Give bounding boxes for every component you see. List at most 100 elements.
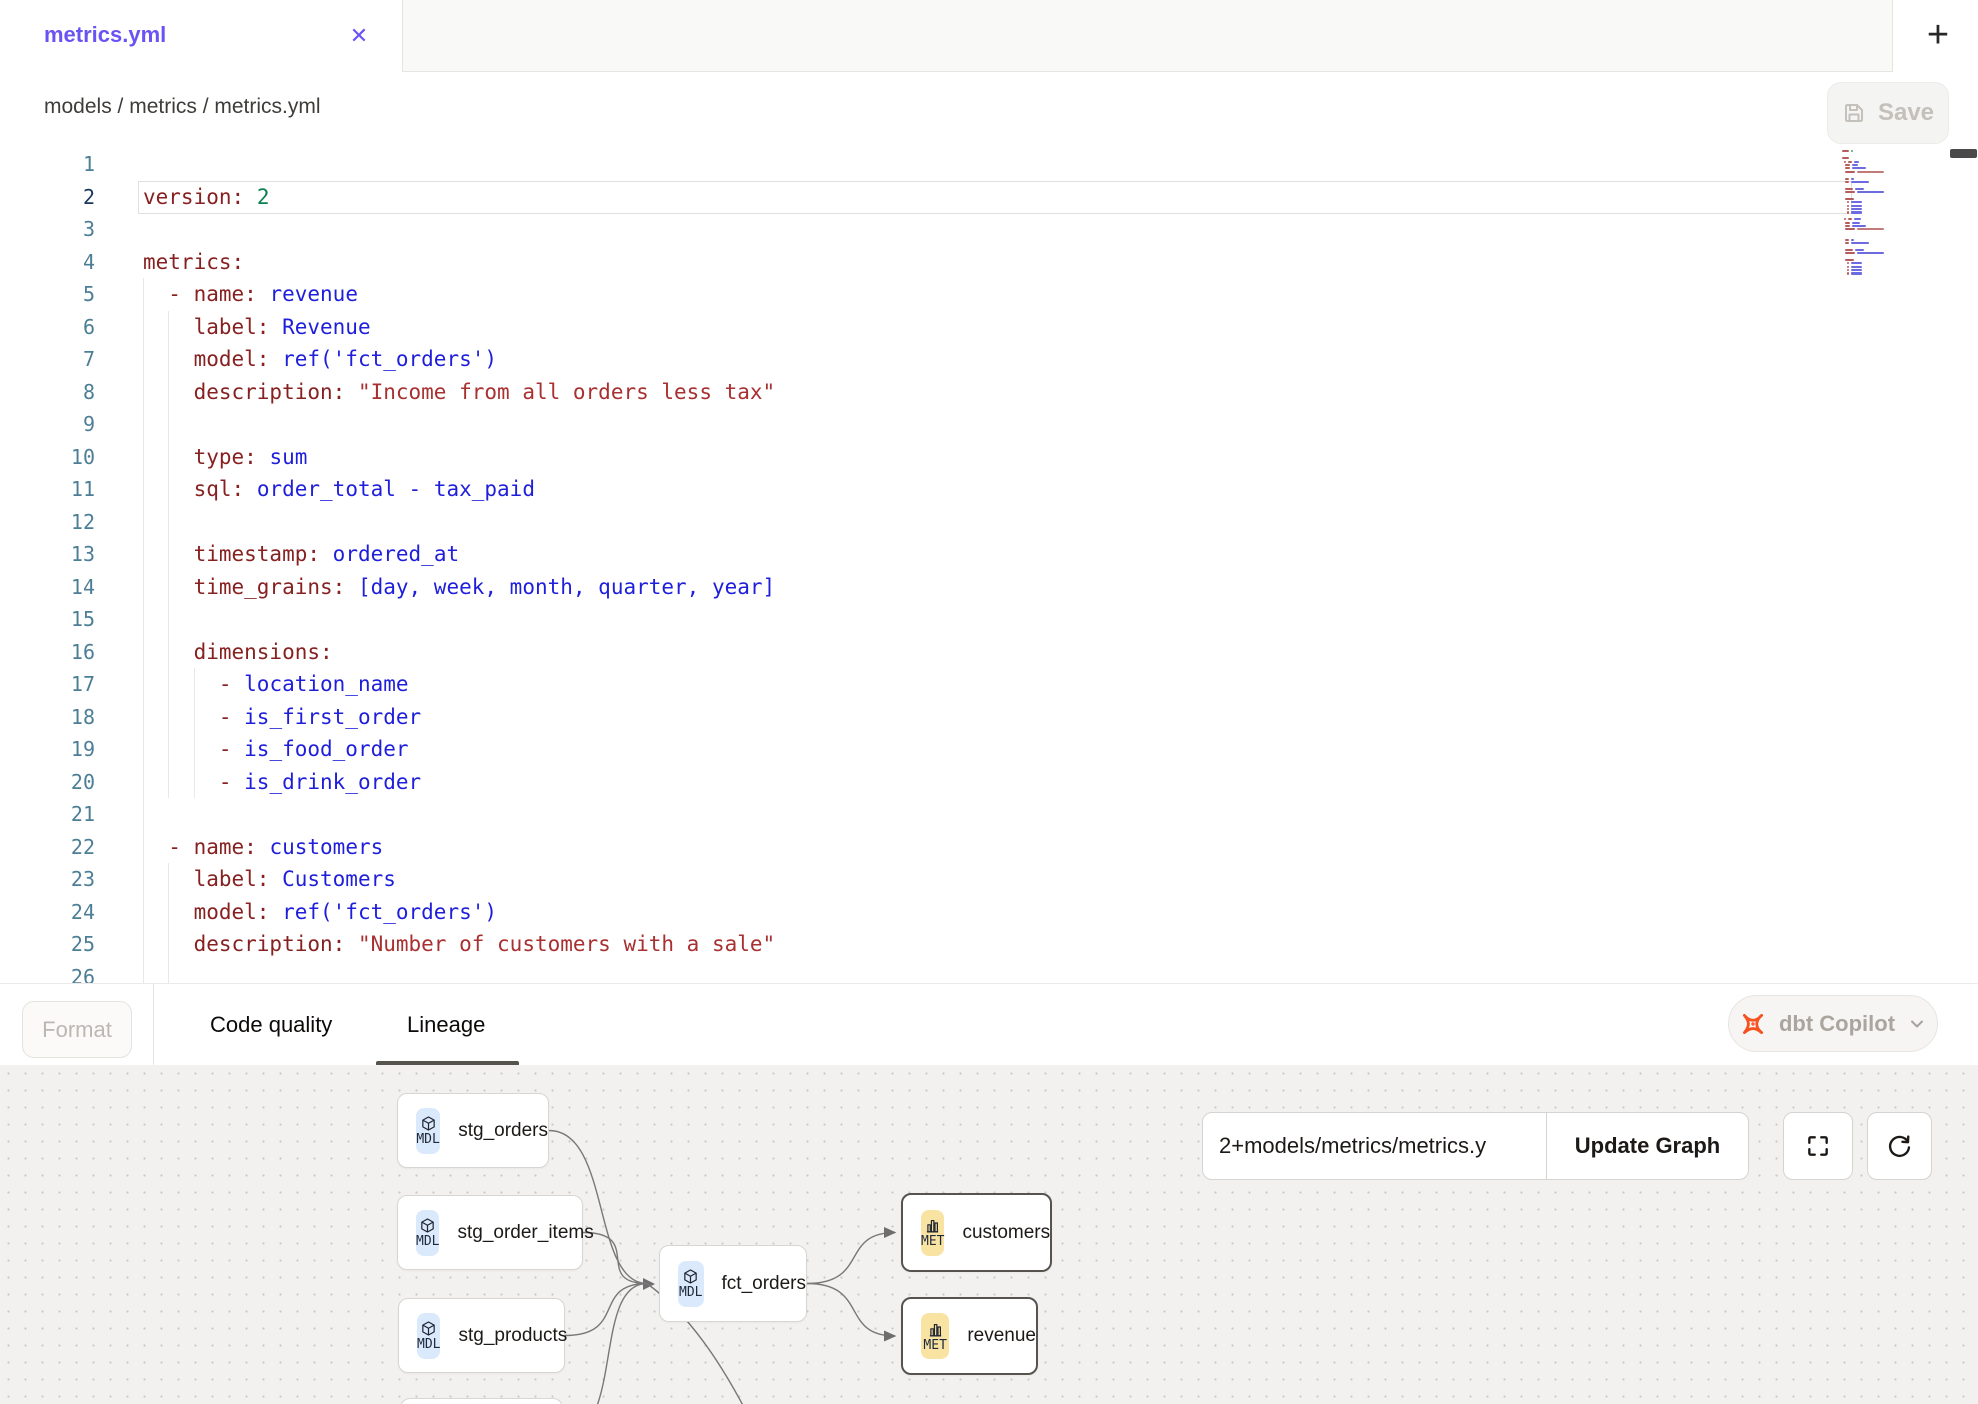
code-line[interactable]: 16 dimensions: [0,636,1978,669]
update-graph-button[interactable]: Update Graph [1546,1113,1748,1179]
code-line[interactable]: 6 label: Revenue [0,311,1978,344]
line-number: 13 [0,538,95,571]
code-line[interactable]: 18 - is_first_order [0,701,1978,734]
code-line[interactable]: 5 - name: revenue [0,278,1978,311]
code-line[interactable]: 13 timestamp: ordered_at [0,538,1978,571]
lineage-node-stg_orders[interactable]: MDLstg_orders [397,1093,549,1168]
lineage-node-fct_orders[interactable]: MDLfct_orders [659,1245,807,1322]
code-line[interactable]: 9 [0,408,1978,441]
code-line[interactable]: 23 label: Customers [0,863,1978,896]
indent-guide [143,766,144,799]
edge-stg_products-to-fct_orders [565,1284,647,1336]
update-graph-label: Update Graph [1575,1133,1720,1159]
bottom-toolbar: Format Code quality Lineage [0,983,1978,1065]
fullscreen-button[interactable] [1783,1112,1853,1180]
tab-metrics-yml[interactable]: metrics.yml ✕ [0,0,402,72]
code-line[interactable]: 1 [0,148,1978,181]
chevron-down-icon [1907,1014,1927,1034]
code-line[interactable]: 21 [0,798,1978,831]
code-line[interactable]: 20 - is_drink_order [0,766,1978,799]
line-number: 21 [0,798,95,831]
lineage-node-stg_order_items[interactable]: MDLstg_order_items [397,1195,583,1270]
line-number: 9 [0,408,95,441]
tab-lineage[interactable]: Lineage [407,984,485,1066]
code-line[interactable]: 22 - name: customers [0,831,1978,864]
indent-guide [143,798,144,831]
close-icon[interactable]: ✕ [344,21,374,51]
code-line[interactable]: 15 [0,603,1978,636]
line-number: 15 [0,603,95,636]
bar-chart-icon [927,1321,944,1338]
format-button[interactable]: Format [22,1001,132,1058]
indent-guide [168,376,169,409]
dbt-copilot-icon [1739,1010,1767,1038]
model-badge: MDL [417,1313,440,1359]
model-badge: MDL [416,1210,439,1256]
tab-code-quality-label: Code quality [210,1012,332,1038]
refresh-button[interactable] [1867,1112,1932,1180]
lineage-node-stg_products[interactable]: MDLstg_products [398,1298,565,1373]
indent-guide [143,603,144,636]
code-line[interactable]: 11 sql: order_total - tax_paid [0,473,1978,506]
cube-icon [682,1268,699,1285]
line-number: 18 [0,701,95,734]
cube-icon [419,1217,436,1234]
line-number: 26 [0,961,95,984]
code-line[interactable]: 12 [0,506,1978,539]
code-line[interactable]: 3 [0,213,1978,246]
code-line[interactable]: 8 description: "Income from all orders l… [0,376,1978,409]
indent-guide [194,733,195,766]
cube-icon [420,1115,437,1132]
tab-code-quality[interactable]: Code quality [210,984,332,1066]
code-line[interactable]: 24 model: ref('fct_orders') [0,896,1978,929]
indent-guide [168,896,169,929]
line-number: 16 [0,636,95,669]
indent-guide [143,538,144,571]
scrollbar-marker[interactable] [1950,149,1977,158]
lineage-node-partial_model[interactable]: MDL [400,1398,563,1404]
save-button[interactable]: Save [1827,82,1949,144]
bar-chart-icon [924,1217,941,1234]
indent-guide [168,636,169,669]
dbt-copilot-button[interactable]: dbt Copilot [1728,995,1938,1052]
minimap[interactable] [1842,147,1916,347]
indent-guide [168,408,169,441]
line-number: 7 [0,343,95,376]
lineage-node-customers[interactable]: METcustomers [901,1193,1052,1272]
indent-guide [168,668,169,701]
indent-guide [168,928,169,961]
line-number: 10 [0,441,95,474]
code-line[interactable]: 10 type: sum [0,441,1978,474]
model-badge: MDL [416,1108,440,1154]
code-editor[interactable]: 12version: 234metrics:5 - name: revenue6… [0,145,1978,983]
lineage-selector-input[interactable] [1203,1113,1546,1179]
node-type-label: MET [921,1235,944,1248]
indent-guide [143,928,144,961]
code-line[interactable]: 14 time_grains: [day, week, month, quart… [0,571,1978,604]
lineage-node-revenue[interactable]: METrevenue [901,1297,1038,1375]
node-label: stg_order_items [457,1222,593,1244]
code-line[interactable]: 17 - location_name [0,668,1978,701]
code-line[interactable]: 26 [0,961,1978,984]
new-tab-button[interactable]: + [1916,14,1960,58]
indent-guide [168,311,169,344]
indent-guide [194,668,195,701]
code-line[interactable]: 4metrics: [0,246,1978,279]
lineage-canvas[interactable]: MDLstg_ordersMDLstg_order_itemsMDLstg_pr… [0,1065,1978,1404]
code-line[interactable]: 2version: 2 [0,181,1978,214]
format-label: Format [42,1017,112,1043]
file-header-row: models / metrics / metrics.yml Save [0,72,1978,145]
edge-partial_model-to-fct_orders [563,1284,647,1404]
save-label: Save [1878,99,1934,127]
refresh-icon [1886,1133,1913,1160]
model-badge: MDL [678,1261,704,1307]
line-number: 12 [0,506,95,539]
line-number: 2 [0,181,95,214]
indent-guide [143,896,144,929]
indent-guide [168,343,169,376]
code-line[interactable]: 19 - is_food_order [0,733,1978,766]
indent-guide [194,766,195,799]
code-line[interactable]: 25 description: "Number of customers wit… [0,928,1978,961]
line-number: 4 [0,246,95,279]
code-line[interactable]: 7 model: ref('fct_orders') [0,343,1978,376]
